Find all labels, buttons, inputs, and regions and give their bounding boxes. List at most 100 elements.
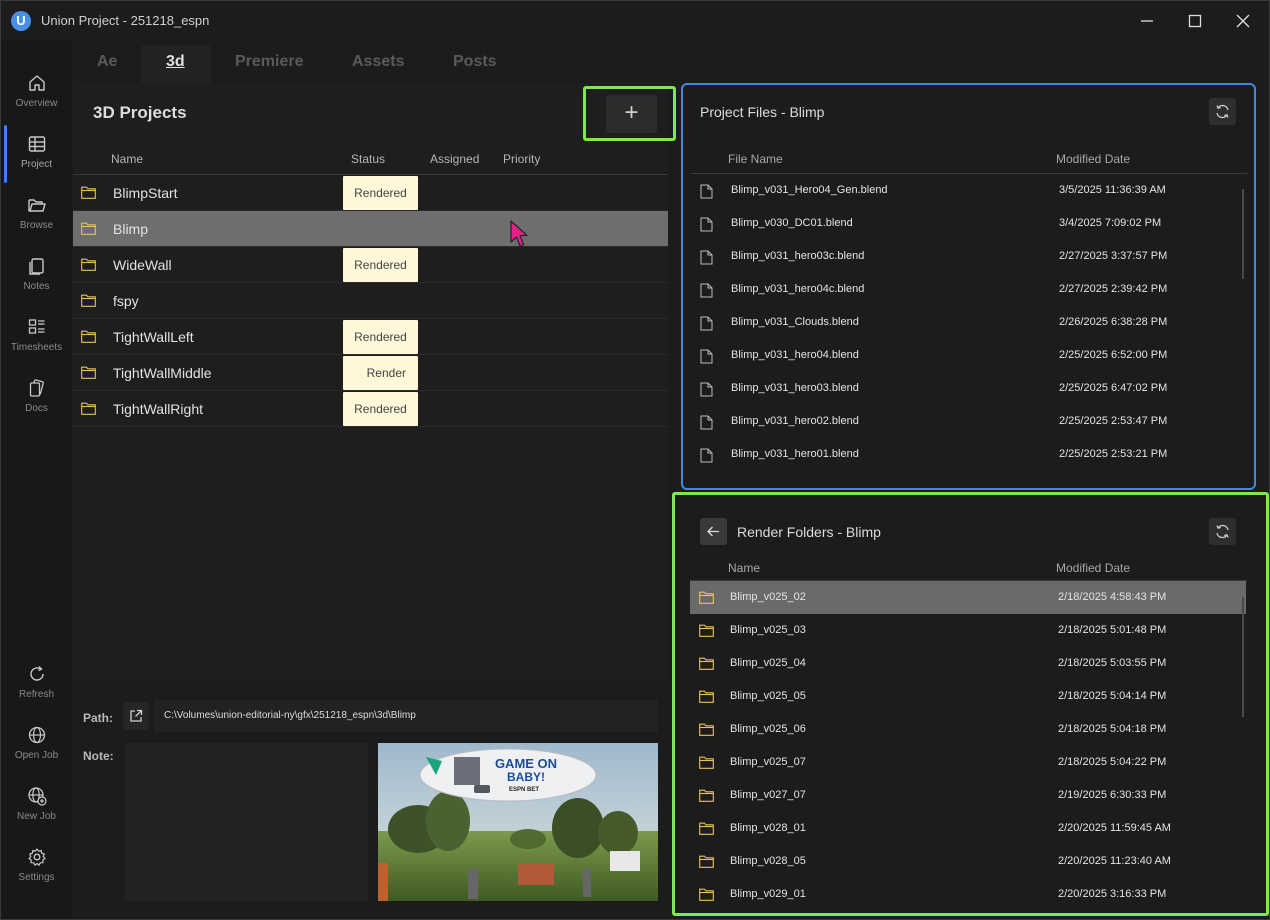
file-icon: [700, 184, 713, 199]
close-button[interactable]: [1231, 9, 1255, 33]
file-row[interactable]: Blimp_v031_hero04c.blend 2/27/2025 2:39:…: [691, 273, 1241, 306]
folder-date: 2/20/2025 11:23:40 AM: [1058, 855, 1171, 867]
add-project-button[interactable]: +: [606, 95, 657, 133]
open-path-button[interactable]: [123, 702, 149, 730]
folder-row[interactable]: Blimp_v029_01 2/20/2025 3:16:33 PM: [690, 878, 1240, 911]
tab-bar: Ae 3d Premiere Assets Posts: [72, 39, 670, 83]
file-row[interactable]: Blimp_v031_hero01.blend 2/25/2025 2:53:2…: [691, 438, 1241, 471]
sidebar-item-label: Browse: [19, 220, 54, 231]
render-folders-scrollbar[interactable]: [1242, 597, 1244, 717]
tab-posts[interactable]: Posts: [453, 53, 497, 71]
folder-icon: [699, 855, 714, 868]
project-row[interactable]: TightWallLeft Rendered: [73, 319, 668, 355]
minimize-button[interactable]: [1135, 9, 1159, 33]
folder-icon: [699, 822, 714, 835]
folder-row[interactable]: Blimp_v028_01 2/20/2025 11:59:45 AM: [690, 812, 1240, 845]
folder-row[interactable]: Blimp_v027_07 2/19/2025 6:30:33 PM: [690, 779, 1240, 812]
project-row[interactable]: BlimpStart Rendered: [73, 175, 668, 211]
file-row[interactable]: Blimp_v031_hero03c.blend 2/27/2025 3:37:…: [691, 240, 1241, 273]
column-header-name[interactable]: Name: [728, 561, 760, 575]
back-button[interactable]: [700, 518, 727, 545]
folder-name: Blimp_v028_05: [730, 855, 806, 867]
maximize-icon: [1188, 14, 1202, 28]
project-row[interactable]: fspy: [73, 283, 668, 319]
status-badge[interactable]: Render: [343, 356, 418, 390]
folder-row[interactable]: Blimp_v025_03 2/18/2025 5:01:48 PM: [690, 614, 1240, 647]
file-date: 3/4/2025 7:09:02 PM: [1059, 217, 1162, 229]
folder-date: 2/18/2025 5:04:22 PM: [1058, 756, 1167, 768]
file-name: Blimp_v031_hero02.blend: [731, 415, 859, 427]
panel-title: 3D Projects: [93, 103, 187, 122]
status-badge[interactable]: Rendered: [343, 320, 418, 354]
file-date: 2/25/2025 6:47:02 PM: [1059, 382, 1168, 394]
folder-icon: [699, 591, 714, 604]
column-header-modified-date[interactable]: Modified Date: [1056, 561, 1130, 575]
sidebar-item-open-job[interactable]: Open Job: [1, 721, 72, 777]
folder-open-icon: [28, 199, 46, 212]
sidebar-item-project[interactable]: Project: [1, 130, 72, 186]
file-row[interactable]: Blimp_v030_DC01.blend 3/4/2025 7:09:02 P…: [691, 207, 1241, 240]
file-row[interactable]: Blimp_v031_Clouds.blend 2/26/2025 6:38:2…: [691, 306, 1241, 339]
column-header-assigned[interactable]: Assigned: [430, 152, 479, 166]
tab-assets[interactable]: Assets: [352, 53, 404, 71]
folder-row[interactable]: Blimp_v025_05 2/18/2025 5:04:14 PM: [690, 680, 1240, 713]
column-header-priority[interactable]: Priority: [503, 152, 540, 166]
tab-premiere[interactable]: Premiere: [235, 53, 304, 71]
folder-icon: [699, 888, 714, 901]
folder-row[interactable]: Blimp_v028_05 2/20/2025 11:23:40 AM: [690, 845, 1240, 878]
sidebar-item-timesheets[interactable]: Timesheets: [1, 313, 72, 369]
project-row[interactable]: WideWall Rendered: [73, 247, 668, 283]
sidebar-item-docs[interactable]: Docs: [1, 374, 72, 430]
folder-icon: [81, 258, 96, 271]
folder-date: 2/18/2025 5:01:48 PM: [1058, 624, 1167, 636]
files-scrollbar[interactable]: [1242, 189, 1244, 279]
folder-row[interactable]: Blimp_v025_06 2/18/2025 5:04:18 PM: [690, 713, 1240, 746]
mouse-cursor-icon: [510, 220, 528, 247]
folder-icon: [81, 186, 96, 199]
sidebar-item-browse[interactable]: Browse: [1, 191, 72, 247]
file-name: Blimp_v031_hero01.blend: [731, 448, 859, 460]
sidebar-item-overview[interactable]: Overview: [1, 69, 72, 125]
column-header-file-name[interactable]: File Name: [728, 152, 783, 166]
sidebar-item-notes[interactable]: Notes: [1, 252, 72, 308]
status-badge[interactable]: Rendered: [343, 176, 418, 210]
file-row[interactable]: Blimp_v031_Hero04_Gen.blend 3/5/2025 11:…: [691, 174, 1241, 207]
folder-date: 2/18/2025 4:58:43 PM: [1058, 591, 1167, 603]
file-date: 2/27/2025 2:39:42 PM: [1059, 283, 1168, 295]
sidebar-item-label: Open Job: [14, 750, 59, 761]
notes-icon: [29, 258, 44, 275]
note-field[interactable]: [125, 743, 368, 901]
app-window: U Union Project - 251218_espn Overview P…: [0, 0, 1270, 920]
file-row[interactable]: Blimp_v031_hero02.blend 2/25/2025 2:53:4…: [691, 405, 1241, 438]
tab-3d[interactable]: 3d: [166, 53, 185, 71]
path-field[interactable]: C:\Volumes\union-editorial-ny\gfx\251218…: [154, 700, 658, 732]
folder-row[interactable]: Blimp_v025_07 2/18/2025 5:04:22 PM: [690, 746, 1240, 779]
close-icon: [1236, 14, 1250, 28]
folder-name: Blimp_v025_07: [730, 756, 806, 768]
sidebar-item-settings[interactable]: Settings: [1, 843, 72, 899]
file-icon: [700, 349, 713, 364]
tab-ae[interactable]: Ae: [97, 53, 117, 71]
column-header-modified-date[interactable]: Modified Date: [1056, 152, 1130, 166]
column-header-name[interactable]: Name: [111, 152, 143, 166]
sidebar-item-refresh[interactable]: Refresh: [1, 660, 72, 716]
project-row[interactable]: TightWallMiddle Render: [73, 355, 668, 391]
sidebar-item-label: Docs: [25, 403, 48, 414]
project-name: BlimpStart: [113, 185, 178, 201]
column-header-status[interactable]: Status: [351, 152, 385, 166]
refresh-render-folders-button[interactable]: [1209, 518, 1236, 545]
status-badge[interactable]: Rendered: [343, 392, 418, 426]
sidebar: Overview Project Browse Notes Timesheets…: [1, 39, 72, 919]
project-row[interactable]: TightWallRight Rendered: [73, 391, 668, 427]
maximize-button[interactable]: [1183, 9, 1207, 33]
folder-row-selected[interactable]: Blimp_v025_02 2/18/2025 4:58:43 PM: [690, 581, 1246, 614]
sidebar-item-label: Overview: [15, 98, 58, 109]
folder-icon: [81, 366, 96, 379]
file-row[interactable]: Blimp_v031_hero04.blend 2/25/2025 6:52:0…: [691, 339, 1241, 372]
status-badge[interactable]: Rendered: [343, 248, 418, 282]
refresh-files-button[interactable]: [1209, 98, 1236, 125]
sidebar-item-new-job[interactable]: New Job: [1, 782, 72, 838]
file-row[interactable]: Blimp_v031_hero03.blend 2/25/2025 6:47:0…: [691, 372, 1241, 405]
folder-row[interactable]: Blimp_v025_04 2/18/2025 5:03:55 PM: [690, 647, 1240, 680]
project-row-selected[interactable]: Blimp: [73, 211, 668, 247]
